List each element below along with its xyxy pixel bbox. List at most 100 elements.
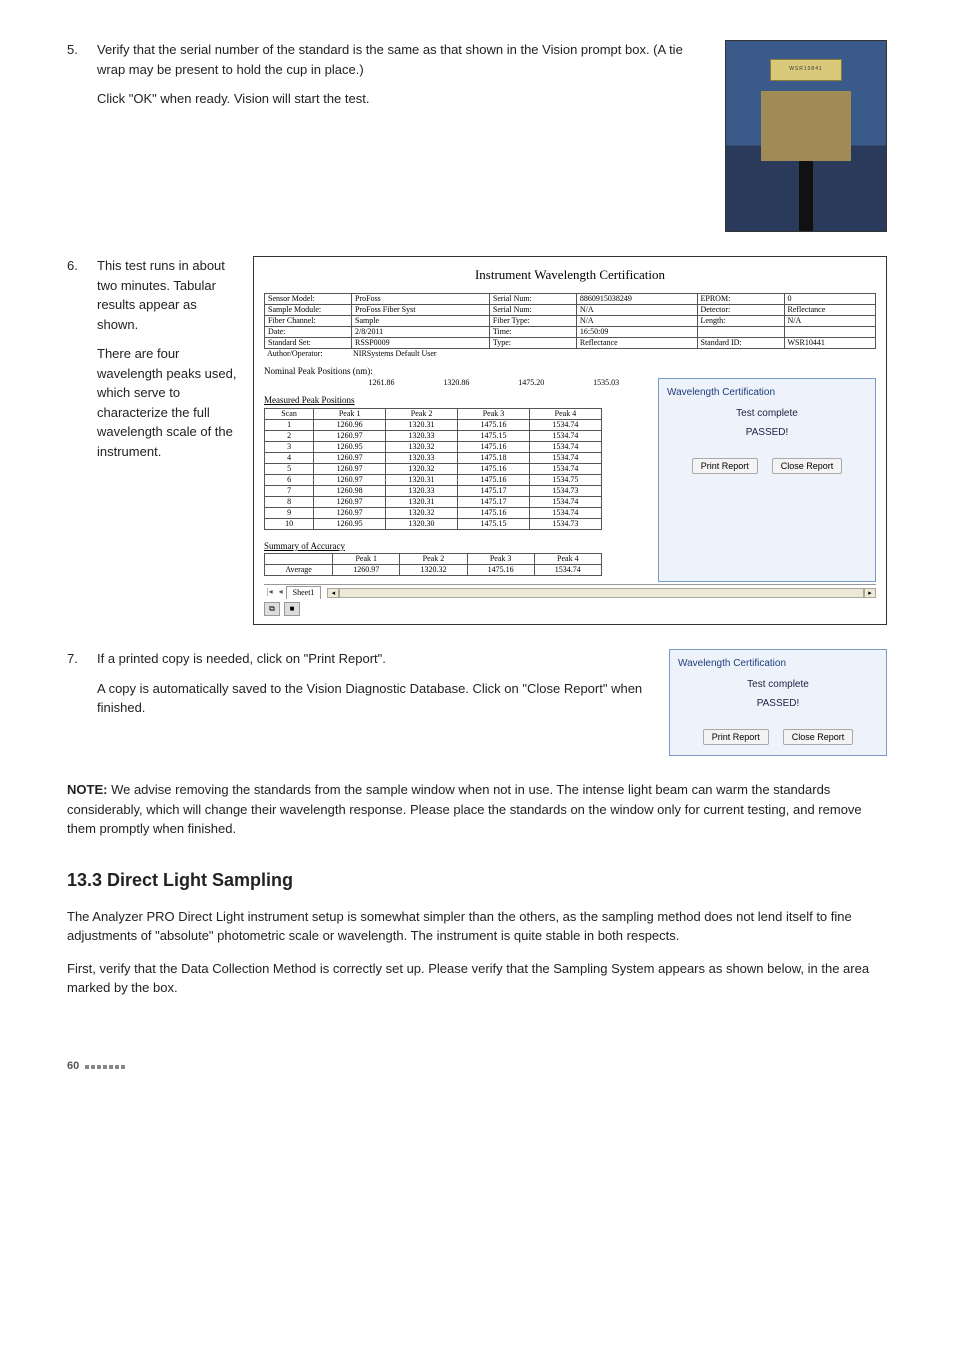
measured-cell: 1534.74 [529,430,601,441]
measured-cell: 1475.15 [458,518,530,529]
summary-cell: 1320.32 [400,565,467,576]
tab-first-icon[interactable]: |◂ [264,586,276,598]
measured-cell: 1320.31 [386,474,458,485]
tab-prev-icon[interactable]: ◂ [276,586,286,598]
measured-cell: 1475.16 [458,441,530,452]
hscroll-left-icon[interactable]: ◂ [327,588,339,598]
author-label: Author/Operator: [264,349,350,359]
measured-cell: 1475.17 [458,485,530,496]
step-7-p1: If a printed copy is needed, click on "P… [97,649,653,669]
info-cell: Sample [352,315,490,326]
step-5: 5. Verify that the serial number of the … [67,40,887,232]
summary-cell: Average [265,565,333,576]
measured-cell: 1534.74 [529,452,601,463]
measured-cell: 3 [265,441,314,452]
measured-cell: 1260.97 [314,463,386,474]
measured-cell: 6 [265,474,314,485]
measured-cell: 1260.95 [314,441,386,452]
measured-cell: 1260.97 [314,496,386,507]
dialog-title-2: Wavelength Certification [678,656,878,671]
measured-cell: 1320.33 [386,452,458,463]
measured-cell: 1475.16 [458,474,530,485]
measured-label: Measured Peak Positions [264,394,648,408]
info-cell: ProFoss Fiber Syst [352,304,490,315]
measured-cell: 1320.30 [386,518,458,529]
measured-cell: 1320.31 [386,496,458,507]
dialog-status: Test complete [667,406,867,421]
page-number: 60 [67,1058,79,1075]
page-footer: 60 [67,1058,887,1075]
measured-cell: 1534.74 [529,463,601,474]
info-cell: 16:50:09 [576,326,697,337]
measured-cell: 1534.73 [529,485,601,496]
measured-cell: 1534.73 [529,518,601,529]
step-5-number: 5. [67,40,97,232]
measured-cell: 1475.17 [458,496,530,507]
measured-cell: 1260.98 [314,485,386,496]
sheet-tab-row: |◂ ◂ Sheet1 ◂ ▸ [264,584,876,598]
summary-cell: 1260.97 [333,565,400,576]
standard-serial-label: WSR10841 [770,59,842,81]
hscroll-track[interactable] [339,588,864,598]
nominal-label: Nominal Peak Positions (nm): [264,365,876,379]
dialog-title: Wavelength Certification [667,385,867,400]
step-6-p2: There are four wavelength peaks used, wh… [97,344,237,461]
nominal-value: 1535.03 [569,378,644,388]
info-cell: RSSP0009 [352,337,490,348]
info-cell: EPROM: [697,293,784,304]
report-title: Instrument Wavelength Certification [264,265,876,285]
info-cell: Time: [489,326,576,337]
print-report-button-2[interactable]: Print Report [703,729,769,745]
info-cell: Detector: [697,304,784,315]
info-cell: Reflectance [576,337,697,348]
measured-cell: 1475.16 [458,419,530,430]
measured-cell: 1475.16 [458,463,530,474]
footer-dots-icon [85,1058,127,1075]
info-cell: ProFoss [352,293,490,304]
measured-cell: 7 [265,485,314,496]
info-cell: Standard ID: [697,337,784,348]
dialog-status-2: Test complete [678,677,878,692]
section-p2: First, verify that the Data Collection M… [67,959,887,998]
hscroll-right-icon[interactable]: ▸ [864,588,876,598]
info-cell [697,326,784,337]
measured-cell: 4 [265,452,314,463]
photo-block [761,91,851,161]
measured-cell: 8 [265,496,314,507]
measured-cell: 2 [265,430,314,441]
summary-header: Peak 3 [467,554,534,565]
info-cell: 2/8/2011 [352,326,490,337]
statusbar-icon-1[interactable]: ⧉ [264,602,280,616]
nominal-value: 1261.86 [344,378,419,388]
measured-header: Peak 2 [386,408,458,419]
print-report-button[interactable]: Print Report [692,458,758,474]
note-paragraph: NOTE: We advise removing the standards f… [67,780,887,839]
sheet-tab[interactable]: Sheet1 [286,586,322,599]
summary-cell: 1475.16 [467,565,534,576]
step-6-number: 6. [67,256,97,625]
measured-cell: 1475.15 [458,430,530,441]
close-report-button-2[interactable]: Close Report [783,729,854,745]
measured-cell: 10 [265,518,314,529]
close-report-button[interactable]: Close Report [772,458,843,474]
step-6: 6. This test runs in about two minutes. … [67,256,887,625]
status-bar: ⧉ ■ [264,602,876,616]
measured-cell: 1260.95 [314,518,386,529]
info-cell: N/A [784,315,876,326]
dialog-result-2: PASSED! [678,696,878,711]
step-5-p1: Verify that the serial number of the sta… [97,40,709,79]
section-heading: 13.3 Direct Light Sampling [67,867,887,894]
statusbar-icon-2[interactable]: ■ [284,602,300,616]
photo-stem [799,161,813,231]
section-p1: The Analyzer PRO Direct Light instrument… [67,907,887,946]
step-5-p2: Click "OK" when ready. Vision will start… [97,89,709,109]
measured-cell: 1320.32 [386,507,458,518]
summary-table: Peak 1Peak 2Peak 3Peak 4Average1260.9713… [264,553,602,576]
measured-cell: 1534.74 [529,419,601,430]
measured-cell: 1534.74 [529,441,601,452]
measured-cell: 1260.97 [314,474,386,485]
note-text: We advise removing the standards from th… [67,782,862,836]
info-cell: 8860915038249 [576,293,697,304]
measured-cell: 1260.97 [314,452,386,463]
wavelength-cert-dialog: Wavelength Certification Test complete P… [669,649,887,756]
